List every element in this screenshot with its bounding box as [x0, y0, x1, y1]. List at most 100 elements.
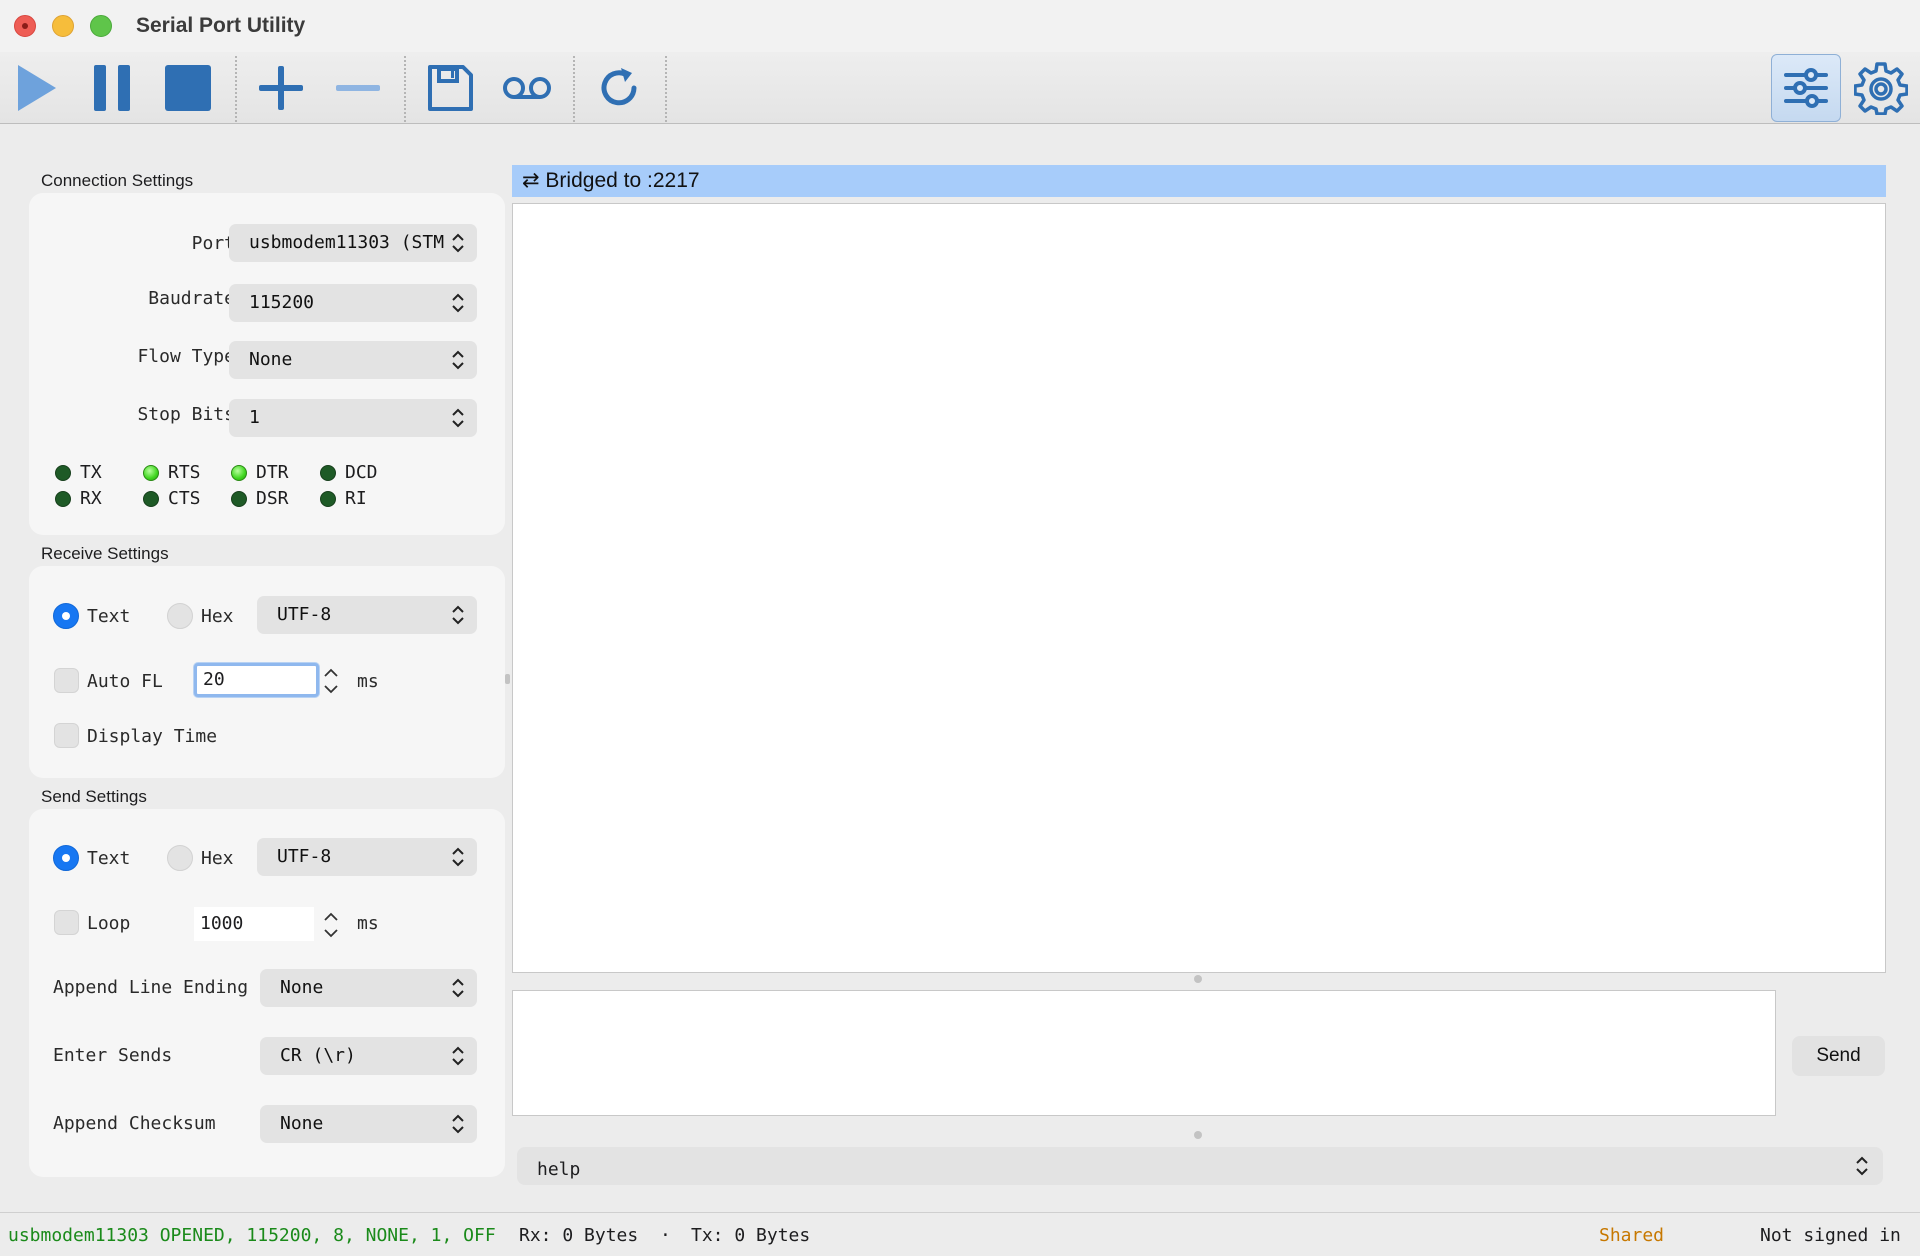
record-icon	[503, 77, 551, 99]
auto-fl-input[interactable]: 20	[194, 663, 319, 697]
command-history-select[interactable]: help	[517, 1147, 1883, 1185]
send-hex-radio[interactable]	[167, 845, 193, 871]
save-icon	[428, 65, 473, 111]
checksum-value: None	[280, 1113, 324, 1134]
receive-hex-label: Hex	[201, 606, 234, 627]
stop-icon	[165, 65, 211, 111]
receive-hex-radio[interactable]	[167, 603, 193, 629]
chevron-updown-icon	[452, 978, 464, 998]
chevron-updown-icon	[452, 233, 464, 253]
checksum-label: Append Checksum	[53, 1113, 216, 1134]
input-resize-handle[interactable]	[1194, 1131, 1202, 1139]
receive-encoding-select[interactable]: UTF-8	[257, 596, 477, 634]
tx-counter: Tx: 0 Bytes	[691, 1225, 811, 1246]
chevron-updown-icon	[452, 408, 464, 428]
led-rx-indicator	[55, 491, 71, 507]
status-bar: usbmodem11303 OPENED, 115200, 8, NONE, 1…	[0, 1212, 1920, 1256]
checksum-select[interactable]: None	[260, 1105, 477, 1143]
chevron-updown-icon	[452, 293, 464, 313]
line-ending-label: Append Line Ending	[53, 977, 249, 998]
refresh-button[interactable]	[589, 58, 649, 118]
chevron-updown-icon	[452, 350, 464, 370]
zoom-window-button[interactable]	[90, 15, 112, 37]
command-history-value: help	[537, 1159, 581, 1180]
flow-type-select[interactable]: None	[229, 341, 477, 379]
toggle-settings-panel-button[interactable]	[1771, 54, 1841, 122]
send-button[interactable]: Send	[1792, 1036, 1885, 1076]
connection-settings-title: Connection Settings	[41, 171, 194, 190]
play-button[interactable]	[6, 58, 66, 118]
led-cts-label: CTS	[168, 488, 201, 509]
send-input-area[interactable]	[512, 990, 1776, 1116]
sliders-icon	[1784, 68, 1828, 108]
chevron-updown-icon	[452, 1114, 464, 1134]
flow-type-value: None	[249, 349, 293, 370]
auto-fl-unit: ms	[357, 671, 379, 692]
minimize-window-button[interactable]	[52, 15, 74, 37]
chevron-updown-icon	[1856, 1156, 1868, 1176]
flow-type-label: Flow Type	[137, 346, 235, 367]
led-tx-label: TX	[80, 462, 102, 483]
led-rts-indicator	[143, 465, 159, 481]
title-bar: Serial Port Utility	[0, 0, 1920, 52]
receive-text-radio[interactable]	[53, 603, 79, 629]
led-dcd-indicator	[320, 465, 336, 481]
enter-sends-select[interactable]: CR (\r)	[260, 1037, 477, 1075]
output-resize-handle[interactable]	[1194, 975, 1202, 983]
baudrate-label: Baudrate	[148, 288, 235, 309]
send-settings-panel: Text Hex UTF-8 Loop 1000 ms Append Line …	[29, 809, 505, 1177]
pause-icon	[94, 65, 130, 111]
send-encoding-select[interactable]: UTF-8	[257, 838, 477, 876]
auto-fl-label: Auto FL	[87, 671, 163, 692]
refresh-icon	[601, 68, 637, 106]
led-dcd-label: DCD	[345, 462, 378, 483]
enter-sends-value: CR (\r)	[280, 1045, 356, 1066]
receive-output-area[interactable]	[512, 203, 1886, 973]
toolbar-separator	[404, 56, 406, 122]
port-select[interactable]: usbmodem11303 (STM	[229, 224, 477, 262]
send-text-radio[interactable]	[53, 845, 79, 871]
close-window-button[interactable]	[14, 15, 36, 37]
split-view-handle[interactable]	[505, 674, 510, 684]
auto-fl-stepper[interactable]	[321, 663, 341, 699]
loop-label: Loop	[87, 913, 131, 934]
pause-button[interactable]	[82, 58, 142, 118]
stop-bits-select[interactable]: 1	[229, 399, 477, 437]
led-rts-label: RTS	[168, 462, 201, 483]
display-time-checkbox[interactable]	[54, 723, 79, 748]
preferences-button[interactable]	[1851, 58, 1911, 118]
toolbar	[0, 52, 1920, 124]
auto-fl-checkbox[interactable]	[54, 668, 79, 693]
receive-encoding-value: UTF-8	[277, 604, 332, 625]
connection-status: usbmodem11303 OPENED, 115200, 8, NONE, 1…	[8, 1225, 496, 1246]
receive-settings-title: Receive Settings	[41, 544, 169, 563]
add-button[interactable]	[251, 58, 311, 118]
toolbar-separator	[573, 56, 575, 122]
chevron-updown-icon	[452, 605, 464, 625]
toolbar-separator	[665, 56, 667, 122]
status-separator: ·	[660, 1225, 671, 1246]
save-button[interactable]	[420, 58, 480, 118]
record-button[interactable]	[497, 58, 557, 118]
loop-checkbox[interactable]	[54, 910, 79, 935]
loop-unit: ms	[357, 913, 379, 934]
led-dtr-indicator	[231, 465, 247, 481]
send-hex-label: Hex	[201, 848, 234, 869]
stop-bits-label: Stop Bits	[137, 404, 235, 425]
minus-icon	[336, 85, 380, 91]
stop-button[interactable]	[158, 58, 218, 118]
send-text-label: Text	[87, 848, 131, 869]
line-ending-select[interactable]: None	[260, 969, 477, 1007]
window-title: Serial Port Utility	[136, 14, 306, 37]
baudrate-value: 115200	[249, 292, 315, 313]
led-dsr-label: DSR	[256, 488, 289, 509]
baudrate-select[interactable]: 115200	[229, 284, 477, 322]
connection-settings-panel: Port usbmodem11303 (STM Baudrate 115200 …	[29, 193, 505, 535]
loop-interval-stepper[interactable]	[321, 907, 341, 943]
remove-button[interactable]	[328, 58, 388, 118]
account-status: Not signed in	[1760, 1225, 1901, 1246]
led-rx-label: RX	[80, 488, 102, 509]
led-ri-label: RI	[345, 488, 367, 509]
led-dtr-label: DTR	[256, 462, 289, 483]
loop-interval-input[interactable]: 1000	[194, 907, 314, 941]
